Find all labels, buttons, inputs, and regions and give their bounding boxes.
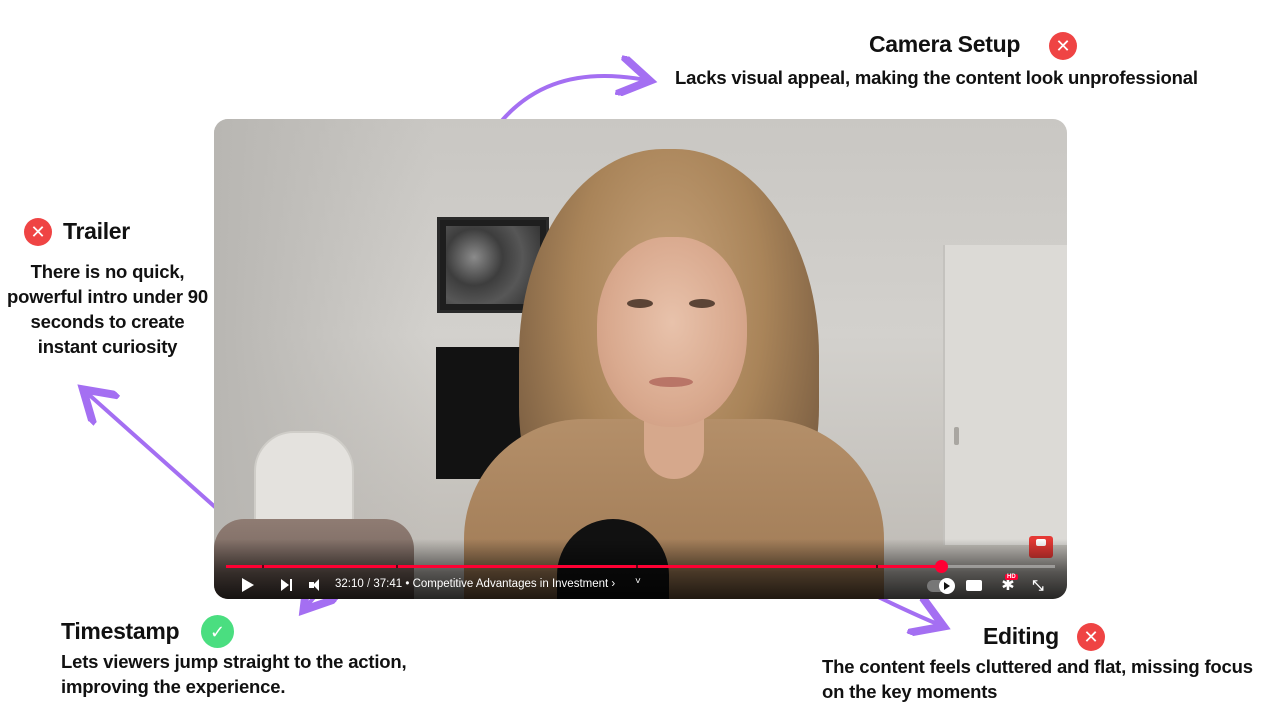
chapter-marker <box>262 565 264 568</box>
exit-fullscreen-icon[interactable]: ⤡ <box>1029 575 1047 595</box>
camera-setup-title: Camera Setup <box>869 31 1021 57</box>
captions-icon[interactable] <box>965 575 983 595</box>
presenter-face <box>597 237 747 427</box>
hd-badge: HD <box>1005 574 1018 580</box>
time-separator: / <box>366 578 371 590</box>
fail-icon: ✕ <box>1077 623 1105 651</box>
chapter-marker <box>636 565 638 568</box>
progress-bar[interactable] <box>226 560 1055 573</box>
total-time: 37:41 <box>373 578 403 590</box>
current-time: 32:10 <box>335 578 364 590</box>
chapter-title[interactable]: • Competitive Advantages in Investment › <box>405 578 615 590</box>
fail-icon: ✕ <box>24 218 52 246</box>
video-player[interactable]: 32:10 / 37:41 • Competitive Advantages i… <box>214 119 1067 599</box>
volume-icon[interactable] <box>306 575 322 595</box>
next-icon[interactable] <box>276 575 296 595</box>
timestamp-description: Lets viewers jump straight to the action… <box>61 651 407 697</box>
timestamp-title: Timestamp <box>61 618 180 644</box>
editing-title: Editing <box>983 623 1059 649</box>
time-display: 32:10 / 37:41 • Competitive Advantages i… <box>335 578 615 590</box>
autoplay-toggle[interactable] <box>927 578 955 594</box>
editing-description: The content feels cluttered and flat, mi… <box>822 656 1253 702</box>
door <box>943 245 1067 545</box>
progress-fill <box>226 565 942 568</box>
chevron-down-icon[interactable]: ˅ <box>635 576 641 587</box>
trailer-description: There is no quick, powerful intro under … <box>7 261 208 357</box>
fail-icon: ✕ <box>1049 32 1077 60</box>
chapter-marker <box>876 565 878 568</box>
trailer-title: Trailer <box>63 218 130 244</box>
control-bar: 32:10 / 37:41 • Competitive Advantages i… <box>214 571 1067 599</box>
chapter-marker <box>396 565 398 568</box>
camera-setup-description: Lacks visual appeal, making the content … <box>675 67 1198 88</box>
check-icon: ✓ <box>201 615 234 648</box>
play-icon[interactable] <box>238 575 258 595</box>
door-knob <box>954 427 959 445</box>
